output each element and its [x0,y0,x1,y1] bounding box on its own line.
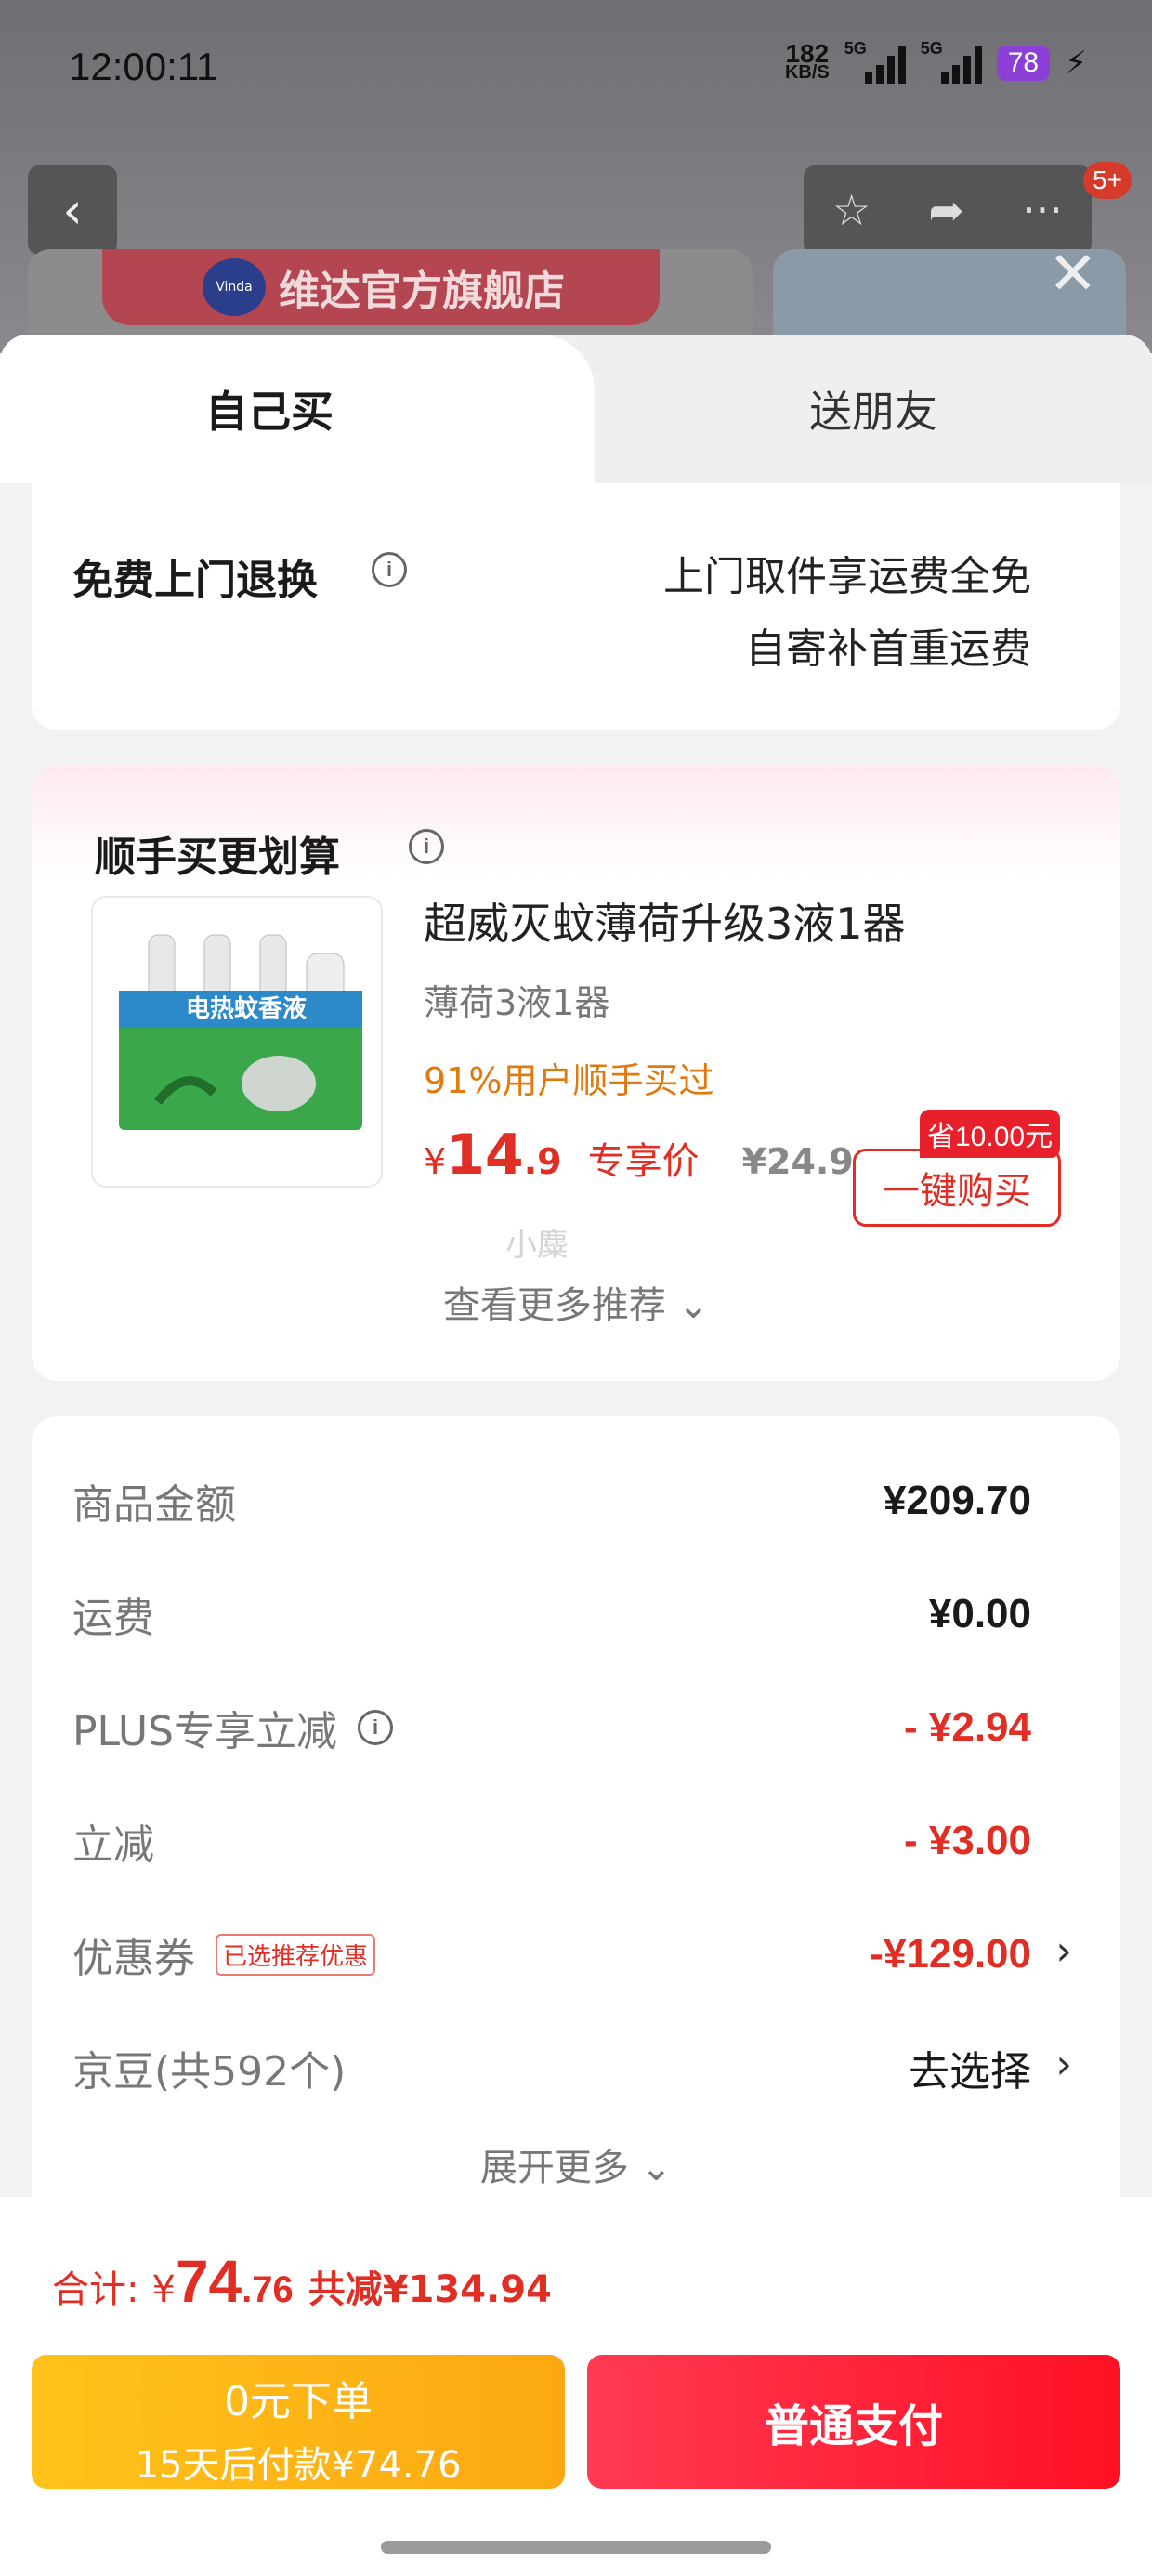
watermark: 小麋 [505,1227,569,1264]
one-click-buy-button[interactable]: 一键购买 [853,1149,1061,1227]
row-goods-amount: 商品金额 ¥209.70 [72,1478,1031,1529]
status-icons: 182 KB/S 5G 5G 78 ⚡ [784,39,1087,84]
recommended-tag: 已选推荐优惠 [216,1933,376,1976]
info-icon[interactable]: i [409,829,444,864]
chevron-down-icon: ⌄ [677,1284,710,1327]
original-price: ¥24.9 [741,1141,854,1182]
chevron-right-icon[interactable]: › [1055,1927,1072,1975]
home-indicator [381,2541,771,2554]
save-badge: 省10.00元 [920,1110,1061,1158]
signal-icon: 5G [844,39,906,84]
more-recommendations[interactable]: 查看更多推荐 ⌄ [32,1275,1120,1329]
info-icon[interactable]: i [358,1710,393,1745]
row-plus-discount: PLUS专享立减 i - ¥2.94 [72,1704,1031,1755]
order-total: 合计: ¥ 74 .76 共减¥134.94 [52,2248,552,2315]
close-icon[interactable]: ✕ [1048,240,1098,309]
more-icon[interactable]: ··· [1022,185,1063,235]
network-speed: 182 KB/S [784,39,830,83]
row-instant-discount: 立减 - ¥3.00 [72,1818,1031,1869]
store-name: 维达官方旗舰店 [279,268,565,315]
message-badge: 5+ [1083,162,1132,199]
star-icon[interactable]: ☆ [832,185,871,235]
purchase-stat: 91%用户顺手买过 [424,1060,714,1101]
row-jingdou[interactable]: 京豆(共592个) 去选择 [72,2035,1031,2100]
back-button[interactable]: ‹ [28,165,117,255]
return-detail: 上门取件享运费全免 自寄补首重运费 [663,553,1031,673]
price-tag: 专享价 [587,1140,700,1183]
row-shipping: 运费 ¥0.00 [72,1591,1031,1642]
chevron-down-icon: ⌄ [640,2147,673,2189]
addon-title: 顺手买更划算 [95,834,340,881]
product-name[interactable]: 超威灭蚊薄荷升级3液1器 [424,890,906,952]
total-reduced: 共减¥134.94 [308,2268,552,2311]
tab-buy-self[interactable]: 自己买 [0,335,595,483]
signal-icon-2: 5G [921,39,982,84]
store-ribbon: Vinda 维达官方旗舰店 [102,249,660,325]
chevron-right-icon[interactable]: › [1055,2041,1072,2088]
product-spec: 薄荷3液1器 [424,982,610,1023]
status-bar: 12:00:11 182 KB/S 5G 5G 78 ⚡ [0,0,1152,139]
addon-card: 顺手买更划算 i 电热蚊香液 超威灭蚊薄荷升级3液1器 薄荷3液1器 91%用户… [32,766,1120,1381]
checkout-footer: 合计: ¥ 74 .76 共减¥134.94 0元下单 15天后付款¥74.76… [0,2197,1152,2576]
battery-icon: 78 [996,46,1051,81]
svg-text:电热蚊香液: 电热蚊香液 [186,994,307,1023]
status-time: 12:00:11 [69,45,218,88]
return-service-card: 免费上门退换 i 上门取件享运费全免 自寄补首重运费 [32,483,1120,730]
expand-more[interactable]: 展开更多 ⌄ [32,2137,1120,2191]
tab-bar: 送朋友 自己买 [0,335,1152,483]
zero-pay-button[interactable]: 0元下单 15天后付款¥74.76 [32,2355,565,2489]
normal-pay-button[interactable]: 普通支付 [587,2355,1120,2489]
product-image[interactable]: 电热蚊香液 [91,896,383,1188]
row-coupon[interactable]: 优惠券 已选推荐优惠 -¥129.00 [72,1922,1031,1987]
share-icon[interactable]: ➦ [928,185,964,235]
info-icon[interactable]: i [372,552,407,587]
return-title: 免费上门退换 [72,557,318,604]
charging-icon: ⚡ [1065,45,1087,82]
store-logo: Vinda [203,258,266,316]
tab-send-friend[interactable]: 送朋友 [595,335,1152,483]
product-price: ¥ 14 .9 专享价 ¥24.9 [424,1123,854,1188]
